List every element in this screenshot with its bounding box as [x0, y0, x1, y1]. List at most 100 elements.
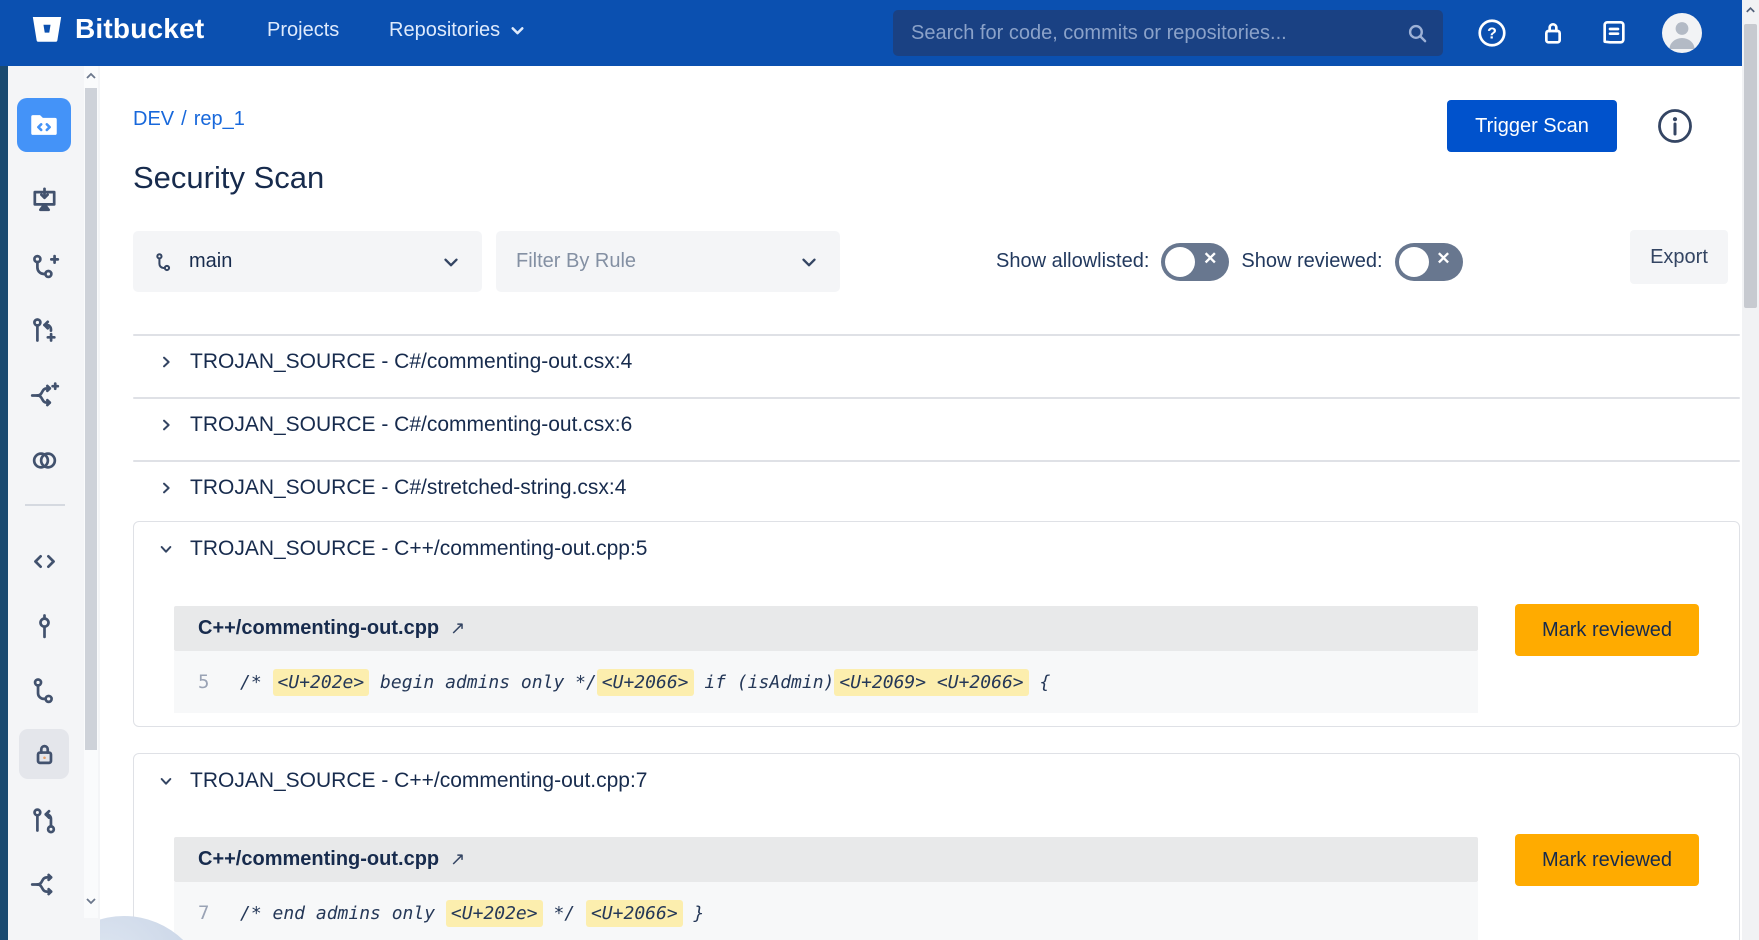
sidebar-item-commits[interactable]: [0, 611, 88, 642]
chevron-right-icon: [158, 480, 174, 496]
sidebar-item-clone[interactable]: [0, 185, 88, 216]
bitbucket-logo-icon: [30, 12, 64, 46]
toggle-knob: [1399, 247, 1429, 277]
chevron-down-icon: [158, 541, 174, 557]
finding-title: TROJAN_SOURCE - C++/commenting-out.cpp:5: [190, 537, 648, 561]
finding-expander[interactable]: TROJAN_SOURCE - C++/commenting-out.cpp:7: [134, 754, 1739, 808]
search-input[interactable]: [893, 10, 1443, 56]
scroll-up-icon[interactable]: [84, 71, 98, 81]
sidebar: [0, 66, 100, 940]
scroll-down-icon[interactable]: [84, 896, 98, 906]
nav-repositories-label: Repositories: [389, 19, 500, 42]
fork-icon: [29, 869, 60, 900]
create-branch-icon: [29, 252, 60, 283]
hidden-unicode-token: <U+202e>: [446, 900, 543, 927]
code-text: /* <U+202e> begin admins only */<U+2066>…: [240, 672, 1050, 693]
breadcrumb-separator: /: [181, 108, 187, 130]
code-snippet: C++/commenting-out.cpp ↗ 5 /* <U+202e> b…: [174, 606, 1478, 713]
finding-row: TROJAN_SOURCE - C#/stretched-string.csx:…: [133, 460, 1740, 462]
user-avatar[interactable]: [1661, 12, 1703, 54]
finding-title: TROJAN_SOURCE - C#/stretched-string.csx:…: [190, 476, 626, 500]
search-icon[interactable]: [1405, 21, 1430, 46]
export-button[interactable]: Export: [1630, 230, 1728, 284]
sidebar-item-create-fork[interactable]: [0, 380, 88, 411]
branch-selector[interactable]: main: [133, 231, 482, 292]
nav-projects[interactable]: Projects: [267, 19, 339, 42]
sidebar-item-source[interactable]: [0, 546, 88, 577]
bitbucket-window: Bitbucket Projects Repositories ?: [0, 0, 1759, 940]
show-reviewed-label: Show reviewed:: [1241, 250, 1382, 273]
info-icon[interactable]: [1656, 107, 1694, 145]
sidebar-divider: [25, 504, 65, 506]
finding-title: TROJAN_SOURCE - C#/commenting-out.csx:4: [190, 350, 632, 374]
sidebar-item-compare[interactable]: [0, 445, 88, 476]
finding-row: TROJAN_SOURCE - C#/commenting-out.csx:4: [133, 334, 1740, 336]
show-allowlisted-toggle[interactable]: ✕: [1161, 243, 1229, 281]
finding-expander[interactable]: TROJAN_SOURCE - C#/stretched-string.csx:…: [134, 461, 1739, 515]
finding-expander[interactable]: TROJAN_SOURCE - C#/commenting-out.csx:6: [134, 398, 1739, 452]
sidebar-scrollbar[interactable]: [84, 66, 98, 918]
code-token: {: [1029, 672, 1051, 693]
mark-reviewed-button[interactable]: Mark reviewed: [1515, 834, 1699, 886]
bitbucket-home-link[interactable]: Bitbucket: [30, 12, 204, 46]
sidebar-item-pull-requests[interactable]: [0, 806, 88, 837]
code-token: }: [683, 903, 705, 924]
rule-placeholder: Filter By Rule: [516, 250, 636, 273]
open-file-icon[interactable]: ↗: [450, 849, 465, 870]
code-line: 5 /* <U+202e> begin admins only */<U+206…: [174, 651, 1478, 713]
line-number: 7: [198, 902, 224, 924]
chevron-right-icon: [158, 417, 174, 433]
sidebar-item-create-branch[interactable]: [0, 252, 88, 283]
svg-text:?: ?: [1487, 25, 1497, 42]
show-reviewed-toggle[interactable]: ✕: [1395, 243, 1463, 281]
finding-expander[interactable]: TROJAN_SOURCE - C++/commenting-out.cpp:5: [134, 522, 1739, 576]
code-token: /*: [240, 672, 273, 693]
finding-expander[interactable]: TROJAN_SOURCE - C#/commenting-out.csx:4: [134, 335, 1739, 389]
breadcrumb-repo-link[interactable]: rep_1: [194, 108, 245, 130]
chevron-down-icon: [440, 251, 462, 273]
code-line: 7 /* end admins only <U+202e> */ <U+2066…: [174, 882, 1478, 940]
sidebar-item-repository-source[interactable]: [17, 98, 71, 152]
sidebar-item-forks[interactable]: [0, 869, 88, 900]
help-icon[interactable]: ?: [1476, 17, 1508, 49]
code-token: */: [543, 903, 586, 924]
filter-by-rule-selector[interactable]: Filter By Rule: [496, 231, 840, 292]
finding-row-expanded: TROJAN_SOURCE - C++/commenting-out.cpp:5…: [133, 521, 1740, 727]
compare-icon: [29, 445, 60, 476]
code-token: begin admins only */: [369, 672, 597, 693]
sidebar-item-create-pull-request[interactable]: [0, 316, 88, 347]
page-scroll-thumb[interactable]: [1744, 24, 1757, 308]
mark-reviewed-button[interactable]: Mark reviewed: [1515, 604, 1699, 656]
finding-row: TROJAN_SOURCE - C#/commenting-out.csx:6: [133, 397, 1740, 399]
sidebar-scroll-thumb[interactable]: [85, 88, 97, 750]
code-token: /* end admins only: [240, 903, 446, 924]
finding-row-expanded: TROJAN_SOURCE - C++/commenting-out.cpp:7…: [133, 753, 1740, 940]
code-token: if (isAdmin): [694, 672, 835, 693]
scroll-up-icon[interactable]: [1744, 5, 1757, 15]
sidebar-item-branches[interactable]: [0, 675, 88, 706]
chevron-right-icon: [158, 354, 174, 370]
toggle-group: Show allowlisted: ✕ Show reviewed: ✕: [996, 231, 1463, 292]
finding-title: TROJAN_SOURCE - C++/commenting-out.cpp:7: [190, 769, 648, 793]
file-bar: C++/commenting-out.cpp ↗: [174, 606, 1478, 651]
hidden-unicode-token: <U+2066>: [597, 669, 694, 696]
show-allowlisted-label: Show allowlisted:: [996, 250, 1149, 273]
breadcrumb: DEV / rep_1: [133, 108, 245, 131]
nav-repositories[interactable]: Repositories: [389, 19, 526, 42]
line-number: 5: [198, 671, 224, 693]
hidden-unicode-token: <U+202e>: [273, 669, 370, 696]
trigger-scan-button[interactable]: Trigger Scan: [1447, 100, 1617, 152]
lock-icon[interactable]: [1537, 17, 1569, 49]
toggle-knob: [1165, 247, 1195, 277]
notes-icon[interactable]: [1598, 17, 1630, 49]
page-scrollbar[interactable]: [1742, 0, 1759, 940]
toggle-off-x-icon: ✕: [1203, 249, 1217, 269]
breadcrumb-project-link[interactable]: DEV: [133, 108, 174, 130]
clone-icon: [29, 185, 60, 216]
open-file-icon[interactable]: ↗: [450, 618, 465, 639]
code-text: /* end admins only <U+202e> */ <U+2066> …: [240, 903, 704, 924]
sidebar-item-security-scan[interactable]: [19, 729, 69, 779]
hidden-unicode-token: <U+2066>: [586, 900, 683, 927]
chevron-down-icon: [158, 773, 174, 789]
code-snippet: C++/commenting-out.cpp ↗ 7 /* end admins…: [174, 837, 1478, 940]
